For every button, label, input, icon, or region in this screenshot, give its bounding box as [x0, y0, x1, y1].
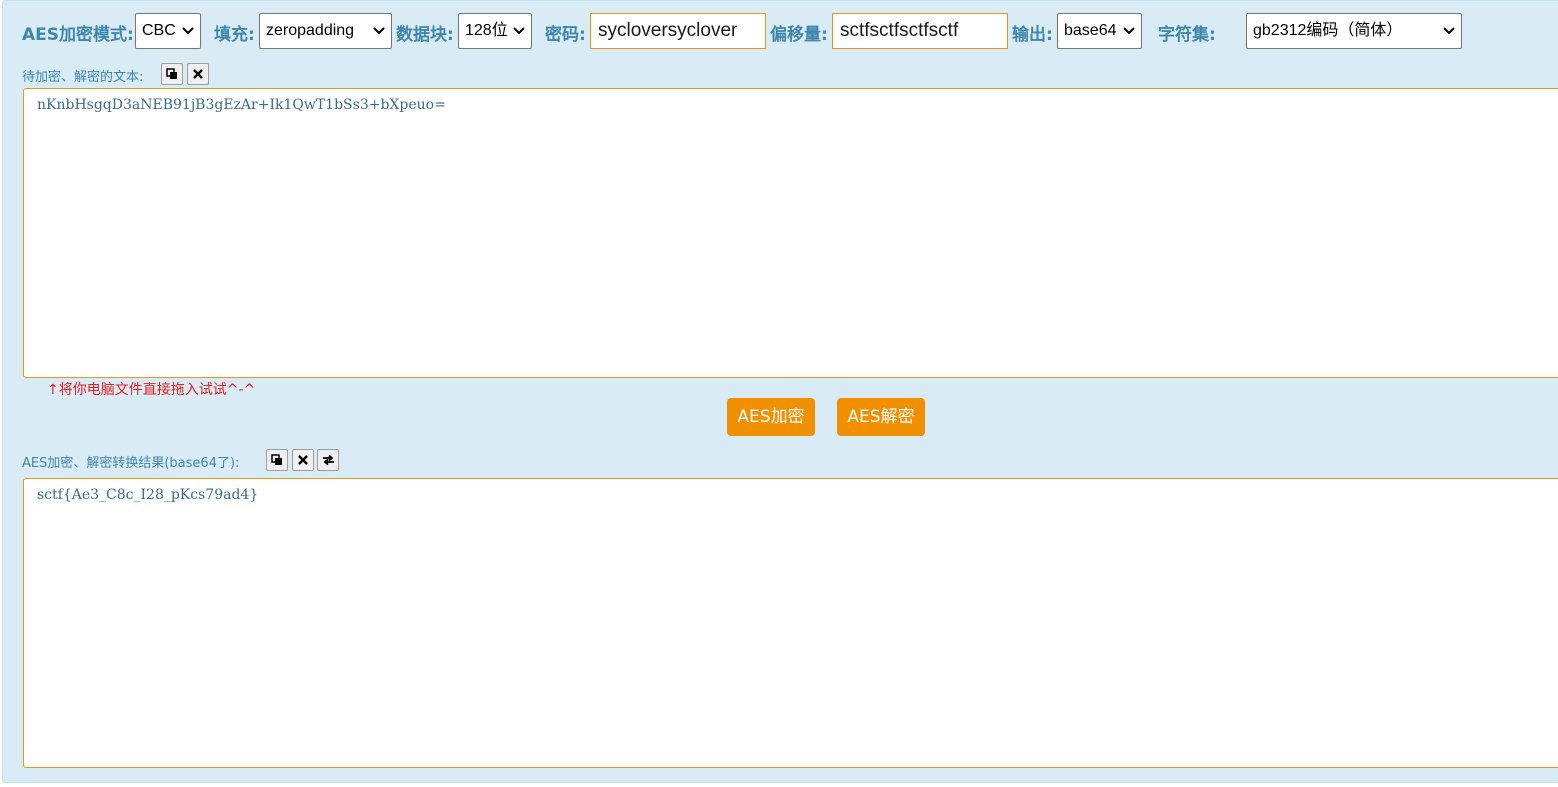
close-icon — [298, 455, 308, 465]
chevron-down-icon — [373, 27, 385, 35]
swap-button[interactable] — [317, 449, 339, 471]
block-value: 128位 — [465, 22, 508, 39]
chevron-down-icon — [513, 27, 525, 35]
output-label: AES加密、解密转换结果(base64了): — [22, 456, 240, 471]
output-format-value: base64 — [1064, 22, 1117, 39]
key-label: 密码: — [545, 25, 586, 45]
output-format-label: 输出: — [1012, 25, 1053, 45]
copy-input-button[interactable] — [161, 63, 183, 85]
charset-label: 字符集: — [1158, 25, 1216, 45]
output-format-select[interactable]: base64 — [1057, 13, 1142, 49]
chevron-down-icon — [182, 27, 194, 35]
input-label: 待加密、解密的文本: — [22, 70, 144, 85]
key-input[interactable]: sycloversyclover — [590, 13, 766, 49]
clear-output-button[interactable] — [292, 449, 314, 471]
copy-output-button[interactable] — [266, 449, 288, 471]
aes-tool-panel: AES加密模式: CBC 填充: zeropadding 数据块: 128位 密… — [2, 0, 1558, 783]
encrypt-button[interactable]: AES加密 — [727, 398, 815, 436]
close-icon — [193, 69, 203, 79]
drag-file-tip: ↑将你电脑文件直接拖入试试^-^ — [47, 382, 256, 398]
iv-input[interactable]: sctfsctfsctfsctf — [832, 13, 1008, 49]
iv-label: 偏移量: — [770, 25, 828, 45]
charset-value: gb2312编码（简体） — [1253, 22, 1403, 39]
input-textarea[interactable]: nKnbHsgqD3aNEB91jB3gEzAr+Ik1QwT1bSs3+bXp… — [23, 88, 1558, 378]
block-label: 数据块: — [396, 25, 454, 45]
charset-select[interactable]: gb2312编码（简体） — [1246, 13, 1462, 49]
mode-label: AES加密模式: — [22, 25, 134, 45]
chevron-down-icon — [1123, 27, 1135, 35]
output-textarea[interactable]: sctf{Ae3_C8c_I28_pKcs79ad4} — [23, 478, 1558, 768]
block-select[interactable]: 128位 — [458, 13, 532, 49]
swap-icon — [323, 454, 334, 466]
mode-value: CBC — [142, 22, 176, 39]
padding-value: zeropadding — [266, 22, 355, 39]
padding-label: 填充: — [214, 25, 255, 45]
chevron-down-icon — [1443, 27, 1455, 35]
settings-toolbar: AES加密模式: CBC 填充: zeropadding 数据块: 128位 密… — [3, 13, 1558, 49]
decrypt-button[interactable]: AES解密 — [837, 398, 925, 436]
copy-icon — [166, 68, 177, 79]
copy-icon — [271, 454, 282, 465]
padding-select[interactable]: zeropadding — [259, 13, 392, 49]
clear-input-button[interactable] — [187, 63, 209, 85]
mode-select[interactable]: CBC — [135, 13, 201, 49]
